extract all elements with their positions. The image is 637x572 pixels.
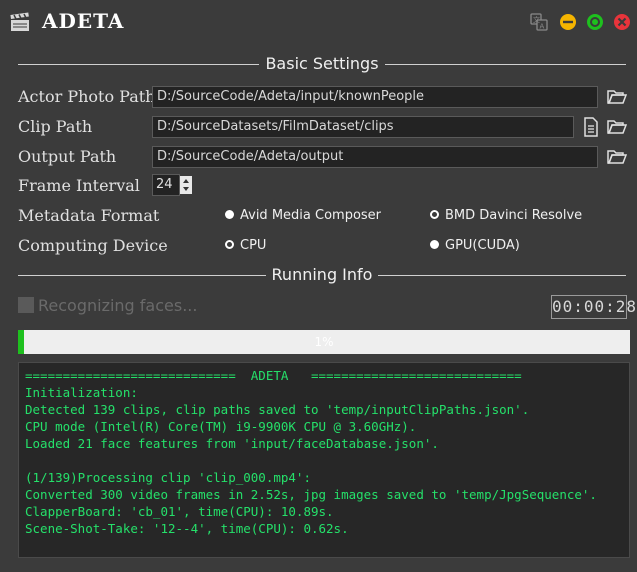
console-line: ClapperBoard: 'cb_01', time(CPU): 10.89s… [25, 504, 334, 519]
spin-arrows-icon[interactable] [180, 176, 192, 194]
console-line: Loaded 21 face features from 'input/face… [25, 436, 439, 451]
actor-photo-path-field[interactable]: D:/SourceCode/Adeta/input/knownPeople [152, 86, 598, 108]
console-line: Initialization: [25, 385, 138, 400]
title-bar: ADETA 文 A [0, 0, 637, 44]
progress-percent: 1% [314, 335, 334, 349]
close-icon[interactable] [612, 12, 632, 32]
clip-path-field[interactable]: D:/SourceDatasets/FilmDataset/clips [152, 116, 574, 138]
radio-gpu-cuda[interactable]: GPU(CUDA) [430, 238, 520, 253]
console-line: ============================ ADETA =====… [25, 368, 522, 383]
document-icon[interactable] [580, 117, 602, 137]
radio-unselected-icon[interactable] [225, 240, 234, 249]
metadata-format-label: Metadata Format [18, 206, 160, 225]
elapsed-timer: 00:00:28 [551, 295, 636, 319]
status-box-icon [18, 297, 34, 313]
running-info-header: Running Info [18, 265, 626, 285]
radio-avid-media-composer[interactable]: Avid Media Composer [225, 208, 381, 223]
running-info-title: Running Info [265, 265, 379, 284]
console-output: ============================ ADETA =====… [18, 362, 630, 558]
radio-selected-icon[interactable] [430, 240, 439, 249]
basic-settings-title: Basic Settings [259, 54, 385, 73]
output-path-field[interactable]: D:/SourceCode/Adeta/output [152, 146, 598, 168]
frame-interval-value[interactable]: 24 [152, 174, 180, 196]
console-line: Scene-Shot-Take: '12--4', time(CPU): 0.6… [25, 521, 349, 536]
radio-cpu-label: CPU [240, 238, 267, 253]
folder-open-icon[interactable] [606, 117, 628, 137]
console-line: (1/139)Processing clip 'clip_000.mp4': [25, 470, 311, 485]
frame-interval-label: Frame Interval [18, 176, 140, 195]
basic-settings-header: Basic Settings [18, 54, 626, 74]
status-label: Recognizing faces... [38, 296, 198, 315]
minimize-icon[interactable] [558, 12, 578, 32]
status-text: Recognizing faces... [18, 296, 197, 315]
console-line: CPU mode (Intel(R) Core(TM) i9-9900K CPU… [25, 419, 417, 434]
radio-unselected-icon[interactable] [430, 210, 439, 219]
frame-interval-spinbox[interactable]: 24 [152, 174, 196, 196]
translate-icon[interactable]: 文 A [529, 12, 549, 32]
radio-bmd-davinci-resolve[interactable]: BMD Davinci Resolve [430, 208, 582, 223]
output-path-label: Output Path [18, 147, 117, 166]
radio-bmd-label: BMD Davinci Resolve [445, 208, 583, 223]
svg-text:A: A [540, 23, 545, 31]
progress-bar: 1% [18, 330, 630, 354]
actor-photo-path-label: Actor Photo Path [18, 87, 156, 106]
console-line: Detected 139 clips, clip paths saved to … [25, 402, 530, 417]
computing-device-label: Computing Device [18, 236, 168, 255]
radio-gpu-label: GPU(CUDA) [445, 238, 520, 253]
app-title: ADETA [42, 9, 125, 33]
radio-cpu[interactable]: CPU [225, 238, 266, 253]
folder-open-icon[interactable] [606, 147, 628, 167]
clip-path-label: Clip Path [18, 117, 93, 136]
maximize-icon[interactable] [585, 12, 605, 32]
radio-selected-icon[interactable] [225, 210, 234, 219]
radio-avid-label: Avid Media Composer [240, 208, 382, 223]
folder-open-icon[interactable] [606, 87, 628, 107]
clapperboard-icon [10, 12, 29, 31]
console-line: Converted 300 video frames in 2.52s, jpg… [25, 487, 597, 502]
